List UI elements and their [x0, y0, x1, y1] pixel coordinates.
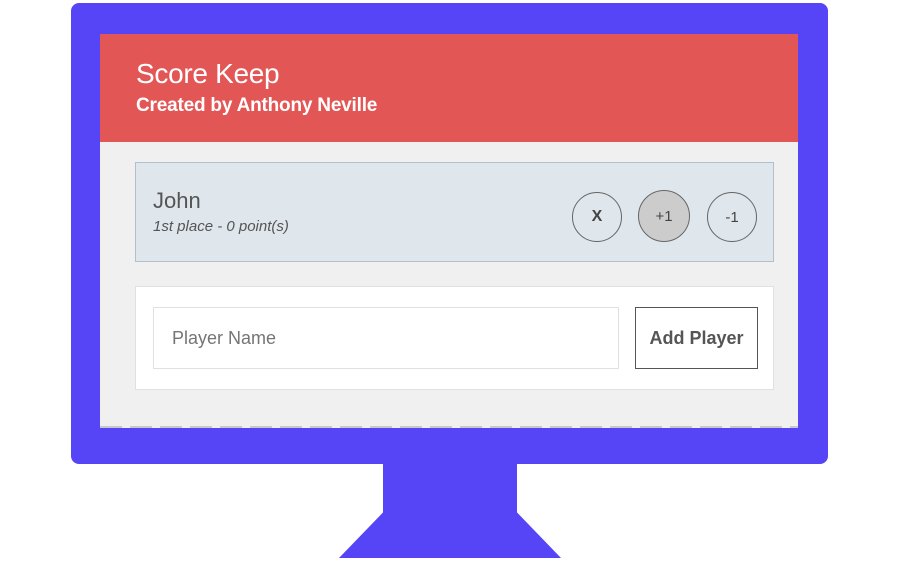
monitor-stand-neck [383, 462, 517, 514]
app-title: Score Keep [136, 58, 280, 89]
remove-player-button[interactable]: X [572, 192, 622, 242]
app-screen: Score Keep Created by Anthony Neville Jo… [100, 34, 798, 428]
add-player-form: Add Player [135, 286, 774, 390]
monitor-stand-base [339, 512, 561, 558]
player-status: 1st place - 0 point(s) [153, 218, 289, 235]
decrement-score-button[interactable]: -1 [707, 192, 757, 242]
add-player-button[interactable]: Add Player [635, 307, 758, 369]
app-subtitle: Created by Anthony Neville [136, 95, 378, 116]
app-header: Score Keep Created by Anthony Neville [100, 34, 798, 142]
player-card: John 1st place - 0 point(s) X +1 -1 [135, 162, 774, 262]
increment-score-button[interactable]: +1 [638, 190, 690, 242]
screen-bottom-edge [100, 426, 798, 428]
player-name: John [153, 188, 201, 213]
player-name-input[interactable] [153, 307, 619, 369]
